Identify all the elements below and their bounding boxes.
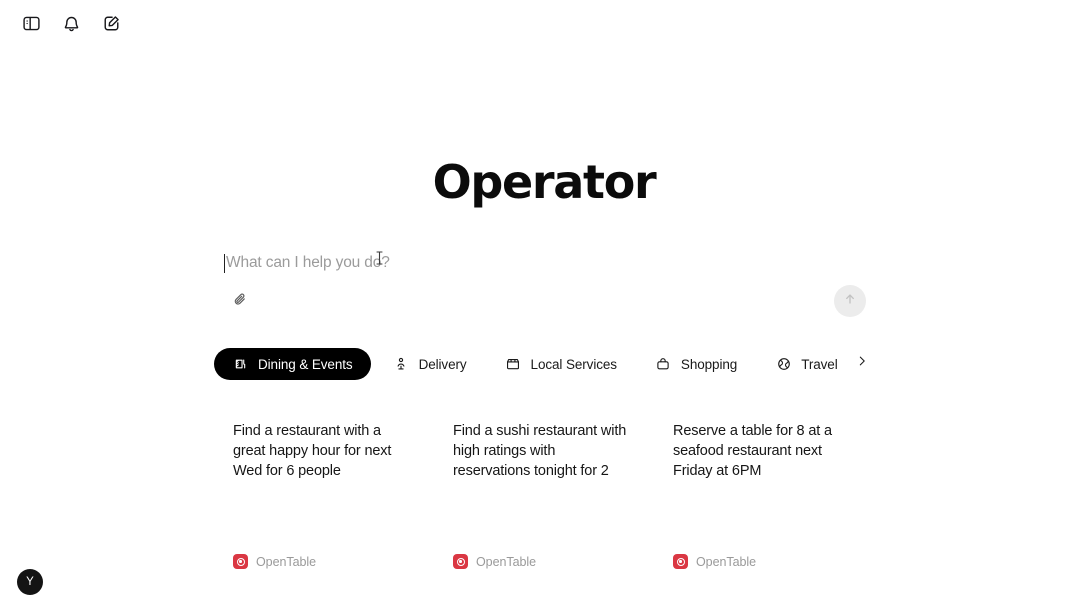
tab-delivery[interactable]: Delivery <box>377 348 483 380</box>
suggestion-source: OpenTable <box>453 554 536 569</box>
account-avatar[interactable]: Y <box>17 569 43 595</box>
suggestion-card[interactable]: Reserve a table for 8 at a seafood resta… <box>654 408 874 580</box>
opentable-logo-icon <box>673 554 688 569</box>
storefront-icon <box>505 356 522 373</box>
suggestion-cards: Find a restaurant with a great happy hou… <box>214 408 874 580</box>
category-tabs-track: Dining & Events Delivery Local Services … <box>214 347 874 381</box>
send-button[interactable] <box>834 285 866 317</box>
tab-label: Dining & Events <box>258 356 353 372</box>
suggestion-card[interactable]: Find a restaurant with a great happy hou… <box>214 408 434 580</box>
tab-dining-and-events[interactable]: Dining & Events <box>214 348 371 380</box>
operator-home-page: Operator What can I help you do? Dining … <box>0 0 1080 608</box>
tabs-scroll-right-button[interactable] <box>853 355 870 372</box>
sidebar-icon <box>22 14 41 33</box>
shopping-bag-icon <box>655 356 672 373</box>
delivery-pin-icon <box>393 356 410 373</box>
suggestion-source: OpenTable <box>673 554 756 569</box>
tab-label: Local Services <box>530 356 617 372</box>
source-label: OpenTable <box>476 554 537 569</box>
source-label: OpenTable <box>696 554 757 569</box>
tab-label: Shopping <box>680 356 738 372</box>
text-caret <box>224 253 225 273</box>
tab-travel[interactable]: Travel <box>759 348 853 380</box>
prompt-input[interactable]: What can I help you do? <box>224 246 864 280</box>
chevron-right-icon <box>855 354 869 373</box>
prompt-placeholder: What can I help you do? <box>226 254 390 271</box>
arrow-up-icon <box>842 291 858 312</box>
composer-toolbar <box>214 284 874 328</box>
suggestion-card[interactable]: Find a sushi restaurant with high rating… <box>434 408 654 580</box>
attach-file-button[interactable] <box>225 287 255 317</box>
tab-shopping[interactable]: Shopping <box>639 348 753 380</box>
prompt-composer[interactable]: What can I help you do? <box>214 236 874 328</box>
opentable-logo-icon <box>233 554 248 569</box>
notifications-button[interactable] <box>58 10 84 36</box>
paperclip-icon <box>232 291 249 313</box>
dining-icon <box>232 356 249 373</box>
tab-label: Travel <box>801 356 838 372</box>
compose-icon <box>102 14 121 33</box>
suggestion-text: Reserve a table for 8 at a seafood resta… <box>673 423 832 479</box>
globe-icon <box>775 356 792 373</box>
new-task-button[interactable] <box>98 10 124 36</box>
suggestion-text: Find a sushi restaurant with high rating… <box>453 423 627 479</box>
main-content: Operator What can I help you do? Dining … <box>214 0 874 608</box>
suggestion-source: OpenTable <box>233 554 316 569</box>
suggestion-text: Find a restaurant with a great happy hou… <box>233 423 392 479</box>
tab-label: Delivery <box>418 356 467 372</box>
source-label: OpenTable <box>256 554 317 569</box>
tab-local-services[interactable]: Local Services <box>489 348 633 380</box>
sidebar-toggle-button[interactable] <box>18 10 44 36</box>
avatar-initial: Y <box>26 576 34 588</box>
bell-icon <box>62 14 81 33</box>
category-tabs: Dining & Events Delivery Local Services … <box>214 347 874 381</box>
page-title: Operator <box>432 155 657 209</box>
opentable-logo-icon <box>453 554 468 569</box>
